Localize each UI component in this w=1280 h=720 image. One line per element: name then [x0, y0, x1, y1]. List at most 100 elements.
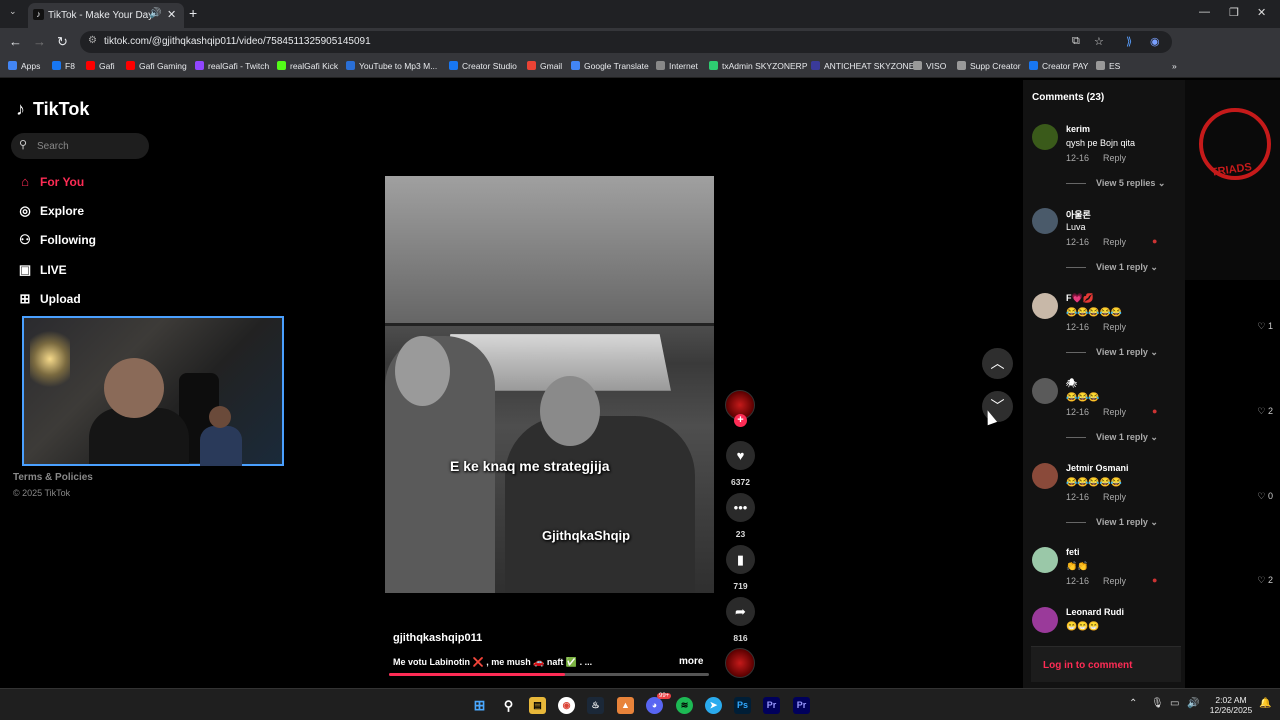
commenter-avatar[interactable]	[1032, 607, 1058, 633]
previous-video-button[interactable]: ︿	[982, 348, 1013, 379]
commenter-avatar[interactable]	[1032, 208, 1058, 234]
install-app-icon[interactable]: ⧉	[1072, 35, 1080, 48]
bookmarks-overflow-icon[interactable]: »	[1172, 61, 1177, 71]
reply-button[interactable]: Reply	[1103, 576, 1126, 586]
tray-overflow-icon[interactable]: ⌃	[1129, 698, 1137, 709]
network-icon[interactable]: ▭	[1170, 698, 1179, 709]
bookmark-item[interactable]: YouTube to Mp3 M...	[346, 61, 437, 71]
terms-link[interactable]: Terms & Policies	[13, 472, 93, 483]
bookmark-item[interactable]: Creator PAY	[1029, 61, 1088, 71]
system-clock[interactable]: 2:02 AM 12/26/2025	[1205, 695, 1257, 715]
view-replies-button[interactable]: View 1 reply ⌄	[1066, 432, 1158, 443]
commenter-name[interactable]: feti	[1066, 547, 1080, 557]
sidebar-item-explore[interactable]: ◎ Explore	[16, 203, 84, 223]
sidebar-item-following[interactable]: ⚇ Following	[16, 232, 96, 252]
sidebar-item-upload[interactable]: ⊞ Upload	[16, 291, 81, 311]
sidebar-item-for-you[interactable]: ⌂ For You	[16, 174, 84, 194]
premiere-icon-2[interactable]: Pr	[793, 697, 810, 714]
bookmark-item[interactable]: realGafi Kick	[277, 61, 338, 71]
reply-button[interactable]: Reply	[1103, 153, 1126, 163]
new-tab-button[interactable]: +	[189, 5, 197, 21]
comment-like-button[interactable]: ♡ 2	[1257, 406, 1273, 417]
forward-icon[interactable]: →	[33, 34, 46, 49]
view-replies-button[interactable]: View 5 replies ⌄	[1066, 178, 1165, 189]
more-button[interactable]: more	[679, 656, 703, 667]
sidebar-item-live[interactable]: ▣ LIVE	[16, 262, 67, 282]
music-disc-avatar[interactable]	[725, 648, 755, 678]
site-info-icon[interactable]: ⚙	[88, 35, 97, 46]
save-button[interactable]: ▮	[726, 545, 755, 574]
back-icon[interactable]: ←	[9, 34, 22, 49]
url-text[interactable]: tiktok.com/@gjithqkashqip011/video/75845…	[104, 36, 371, 47]
restore-icon[interactable]: ❐	[1229, 6, 1239, 19]
bookmark-item[interactable]: Creator Studio	[449, 61, 517, 71]
bookmark-item[interactable]: realGafi - Twitch	[195, 61, 269, 71]
telegram-icon[interactable]: ➤	[705, 697, 722, 714]
commenter-name[interactable]: kerim	[1066, 124, 1090, 134]
reply-button[interactable]: Reply	[1103, 407, 1126, 417]
commenter-name[interactable]: 아울론	[1066, 208, 1091, 221]
commenter-avatar[interactable]	[1032, 547, 1058, 573]
speaker-icon[interactable]: 🔊	[149, 8, 161, 19]
like-button[interactable]: ♥	[726, 441, 755, 470]
comment-like-button[interactable]: ♡ 2	[1257, 575, 1273, 586]
window-close-icon[interactable]: ✕	[1257, 6, 1266, 19]
tiktok-logo[interactable]: ♪ TikTok	[16, 99, 89, 120]
tab-search-icon[interactable]: ⌄	[9, 6, 17, 17]
share-button[interactable]: ➦	[726, 597, 755, 626]
search-input[interactable]: ⚲ Search	[11, 133, 149, 159]
bookmark-item[interactable]: Gafi Gaming	[126, 61, 187, 71]
chrome-icon[interactable]: ◉	[558, 697, 575, 714]
spotify-icon[interactable]: ≋	[676, 697, 693, 714]
commenter-name[interactable]: Jetmir Osmani	[1066, 463, 1129, 473]
commenter-name[interactable]: 🕷	[1066, 378, 1077, 389]
microphone-icon[interactable]: 🎙	[1151, 698, 1164, 709]
reload-icon[interactable]: ↻	[57, 34, 68, 50]
video-author[interactable]: gjithqkashqip011	[393, 632, 482, 644]
notifications-icon[interactable]: 🔔	[1259, 698, 1271, 709]
extension-icon[interactable]: ⟫	[1126, 35, 1132, 48]
view-replies-button[interactable]: View 1 reply ⌄	[1066, 347, 1158, 358]
discord-icon[interactable]: ◕	[646, 697, 663, 714]
reply-button[interactable]: Reply	[1103, 492, 1126, 502]
profile-extension-icon[interactable]: ◉	[1150, 35, 1160, 48]
reply-button[interactable]: Reply	[1103, 322, 1126, 332]
video-progress-bar[interactable]	[389, 673, 709, 676]
view-replies-button[interactable]: View 1 reply ⌄	[1066, 262, 1158, 273]
bookmark-item[interactable]: Gafi	[86, 61, 115, 71]
bookmark-item[interactable]: Apps	[8, 61, 40, 71]
bookmark-item[interactable]: ANTICHEAT SKYZONE	[811, 61, 914, 71]
login-to-comment-button[interactable]: Log in to comment	[1031, 646, 1181, 682]
file-explorer-icon[interactable]: ▤	[529, 697, 546, 714]
comment-like-button[interactable]: ♡ 1	[1257, 321, 1273, 332]
steam-icon[interactable]: ♨	[587, 697, 604, 714]
commenter-avatar[interactable]	[1032, 124, 1058, 150]
minimize-icon[interactable]: —	[1199, 6, 1210, 18]
browser-tab[interactable]: ♪ TikTok - Make Your Day 🔊 ✕	[28, 3, 184, 28]
bookmark-item[interactable]: Google Translate	[571, 61, 649, 71]
commenter-avatar[interactable]	[1032, 378, 1058, 404]
bookmark-star-icon[interactable]: ☆	[1094, 35, 1104, 48]
close-tab-icon[interactable]: ✕	[167, 8, 176, 21]
commenter-name[interactable]: Leonard Rudi	[1066, 607, 1124, 617]
bookmark-item[interactable]: F8	[52, 61, 75, 71]
bookmark-item[interactable]: Supp Creator	[957, 61, 1021, 71]
address-bar[interactable]: ⚙ tiktok.com/@gjithqkashqip011/video/758…	[80, 31, 1172, 53]
bookmark-item[interactable]: Internet	[656, 61, 698, 71]
commenter-name[interactable]: F💗💋	[1066, 293, 1094, 304]
volume-icon[interactable]: 🔊	[1187, 698, 1199, 709]
commenter-avatar[interactable]	[1032, 463, 1058, 489]
bookmark-item[interactable]: ES	[1096, 61, 1120, 71]
start-icon[interactable]: ⊞	[471, 697, 488, 714]
reply-button[interactable]: Reply	[1103, 237, 1126, 247]
bookmark-item[interactable]: Gmail	[527, 61, 562, 71]
follow-plus-icon[interactable]: +	[734, 414, 747, 427]
view-replies-button[interactable]: View 1 reply ⌄	[1066, 517, 1158, 528]
bookmark-item[interactable]: VISO	[913, 61, 946, 71]
app-icon[interactable]: ▲	[617, 697, 634, 714]
bookmark-item[interactable]: txAdmin SKYZONERP	[709, 61, 808, 71]
comment-button[interactable]: •••	[726, 493, 755, 522]
comment-like-button[interactable]: ♡ 0	[1257, 491, 1273, 502]
premiere-icon[interactable]: Pr	[763, 697, 780, 714]
commenter-avatar[interactable]	[1032, 293, 1058, 319]
